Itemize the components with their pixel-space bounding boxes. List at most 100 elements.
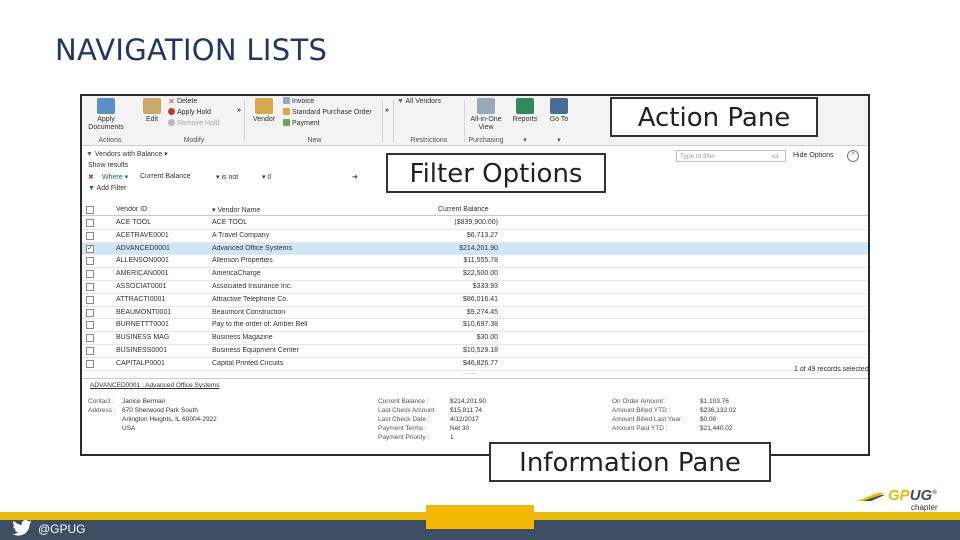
- reports-button[interactable]: Reports: [512, 98, 538, 124]
- vendor-id-cell[interactable]: ACETRAVE0001: [116, 232, 169, 239]
- payment-label: Payment: [292, 120, 320, 127]
- invoice-button[interactable]: Invoice: [283, 97, 314, 107]
- vendor-id-cell[interactable]: BUSINESS MAG: [116, 334, 169, 341]
- operator-dropdown[interactable]: ▾ is not: [216, 173, 238, 181]
- actions-group-label: Actions: [98, 137, 122, 144]
- filter-value-dropdown[interactable]: ▾ 0: [262, 173, 271, 181]
- collapse-chevron-up-icon[interactable]: ^: [847, 150, 859, 162]
- ribbon-group-restrictions: ▼ All Vendors Restrictions: [395, 96, 463, 146]
- column-header-current-balance[interactable]: Current Balance: [438, 206, 489, 213]
- hide-options-link[interactable]: Hide Options: [793, 152, 833, 159]
- dynamics-gp-screenshot: Apply Documents Edit ✕ Delete Apply Hold …: [80, 94, 870, 456]
- last-check-date-label: Last Check Date :: [378, 416, 430, 423]
- vendor-id-cell[interactable]: ATTRACTI0001: [116, 296, 165, 303]
- go-to-button[interactable]: Go To: [546, 98, 572, 124]
- current-balance-value: $214,201.90: [450, 398, 487, 405]
- current-balance-cell: $46,826.77: [462, 359, 498, 367]
- edit-button[interactable]: Edit: [140, 98, 164, 124]
- apply-hold-button[interactable]: Apply Hold: [168, 108, 211, 118]
- vendor-id-cell[interactable]: ALLENSON0001: [116, 257, 169, 264]
- table-row[interactable]: ATTRACTI0001 Attractive Telephone Co. $86,…: [82, 294, 868, 307]
- row-checkbox[interactable]: [86, 257, 94, 266]
- amount-billed-ytd-value: $236,132.02: [700, 407, 737, 414]
- search-dropdown-icon[interactable]: ▭: [772, 152, 779, 160]
- vendor-list-grid: Vendor ID ▾ Vendor Name Current Balance …: [82, 204, 868, 376]
- current-balance-cell: $30.00: [476, 334, 498, 342]
- ribbon-separator: [393, 100, 394, 142]
- row-checkbox[interactable]: [86, 219, 94, 227]
- vendor-id-cell[interactable]: BUSINESS0001: [116, 347, 167, 354]
- table-row[interactable]: BUSINESS MAG Business Magazine $30.00: [82, 332, 868, 345]
- row-checkbox[interactable]: [86, 321, 94, 330]
- where-dropdown[interactable]: Where ▾: [102, 173, 128, 181]
- apply-filter-arrow-icon[interactable]: ➔: [352, 173, 358, 181]
- vendor-id-cell[interactable]: AMERICAN0001: [116, 270, 169, 277]
- table-row[interactable]: AMERICAN0001 AmericaCharge $22,500.00: [82, 268, 868, 281]
- grid-resize-handle[interactable]: .......: [462, 369, 476, 376]
- reports-dropdown-chevron-icon[interactable]: ▾: [510, 136, 540, 144]
- ribbon-overflow-chevron-icon[interactable]: »: [237, 106, 241, 116]
- info-vendor-link[interactable]: ADVANCED0001 : Advanced Office Systems: [90, 382, 219, 389]
- ribbon-group-new: Vendor Invoice Standard Purchase Order P…: [247, 96, 382, 146]
- remove-filter-icon[interactable]: ✖: [88, 173, 94, 181]
- all-in-one-view-icon: [477, 98, 495, 114]
- payment-icon: [283, 119, 290, 126]
- table-row[interactable]: BUSINESS0001 Business Equipment Center $10…: [82, 345, 868, 358]
- on-order-amount-label: On Order Amount :: [612, 398, 667, 405]
- current-balance-cell: $11,555.78: [463, 257, 498, 265]
- vendor-id-cell[interactable]: ADVANCED0001: [116, 245, 170, 252]
- column-header-vendor-id[interactable]: Vendor ID: [116, 206, 147, 213]
- vendor-icon: [255, 98, 273, 114]
- select-all-checkbox[interactable]: [86, 206, 94, 214]
- payment-button[interactable]: Payment: [283, 119, 320, 129]
- table-row[interactable]: BURNETTT0001 Pay to the order of: Amber B…: [82, 319, 868, 333]
- go-to-icon: [550, 98, 568, 114]
- table-row[interactable]: ASSOCIAT0001 Associated Insurance Inc. $33…: [82, 281, 868, 294]
- list-title-dropdown[interactable]: ▼ Vendors with Balance ▾: [86, 150, 168, 158]
- vendor-id-cell[interactable]: ASSOCIAT0001: [116, 283, 166, 290]
- table-row[interactable]: ✓ ADVANCED0001 Advanced Office Systems $214…: [82, 242, 868, 256]
- vendor-name-cell: A Travel Company: [212, 231, 270, 239]
- go-to-dropdown-chevron-icon[interactable]: ▾: [544, 136, 574, 144]
- row-checkbox[interactable]: [86, 283, 94, 291]
- all-in-one-view-button[interactable]: All-in-One View: [468, 98, 504, 132]
- row-checkbox[interactable]: [86, 308, 94, 317]
- table-row[interactable]: ACETRAVE0001 A Travel Company $6,713.27: [82, 230, 868, 243]
- row-checkbox[interactable]: [86, 270, 94, 279]
- remove-hold-button[interactable]: Remove Hold: [168, 119, 219, 129]
- row-checkbox[interactable]: [86, 347, 94, 355]
- table-row[interactable]: BEAUMONT0001 Beaumont Construction $9,274.…: [82, 307, 868, 320]
- vendor-name-cell: Attractive Telephone Co.: [212, 295, 289, 303]
- row-checkbox[interactable]: [86, 231, 94, 240]
- row-checkbox[interactable]: ✓: [86, 244, 94, 253]
- grid-header: Vendor ID ▾ Vendor Name Current Balance: [82, 204, 868, 216]
- delete-button[interactable]: ✕ Delete: [168, 97, 197, 107]
- apply-hold-label: Apply Hold: [177, 109, 211, 116]
- vendor-name-cell: ACE TOOL: [212, 219, 248, 226]
- apply-documents-button[interactable]: Apply Documents: [86, 98, 126, 132]
- table-row[interactable]: ACE TOOL ACE TOOL ($839,900.00): [82, 217, 868, 230]
- row-checkbox[interactable]: [86, 359, 94, 368]
- list-title-label: Vendors with Balance: [94, 151, 163, 158]
- vendor-id-cell[interactable]: BURNETTT0001: [116, 321, 169, 328]
- vendor-id-cell[interactable]: ACE TOOL: [116, 219, 151, 226]
- vendor-id-cell[interactable]: CAPITALP0001: [116, 360, 165, 367]
- reports-icon: [516, 98, 534, 114]
- payment-priority-value: 1: [450, 434, 454, 441]
- vendor-button[interactable]: Vendor: [249, 98, 279, 124]
- vendor-id-cell[interactable]: BEAUMONT0001: [116, 309, 171, 316]
- ribbon-overflow-chevron-icon[interactable]: »: [385, 106, 389, 116]
- ribbon-group-reports: Reports ▾: [510, 96, 540, 146]
- filter-search-input[interactable]: Type to filter: [676, 150, 786, 162]
- column-header-vendor-name[interactable]: ▾ Vendor Name: [212, 206, 260, 214]
- all-in-one-view-label: All-in-One View: [470, 116, 502, 131]
- row-checkbox[interactable]: [86, 334, 94, 343]
- all-vendors-dropdown[interactable]: ▼ All Vendors: [397, 97, 441, 107]
- table-row[interactable]: ALLENSON0001 Allenson Properties $11,555.7…: [82, 255, 868, 269]
- standard-po-button[interactable]: Standard Purchase Order: [283, 108, 372, 118]
- row-checkbox[interactable]: [86, 295, 94, 304]
- filter-field-dropdown[interactable]: Current Balance: [140, 173, 191, 180]
- add-filter-button[interactable]: ▼ Add Filter: [88, 185, 126, 192]
- filter-icon: ▼: [86, 151, 93, 158]
- ribbon-separator: [244, 100, 245, 142]
